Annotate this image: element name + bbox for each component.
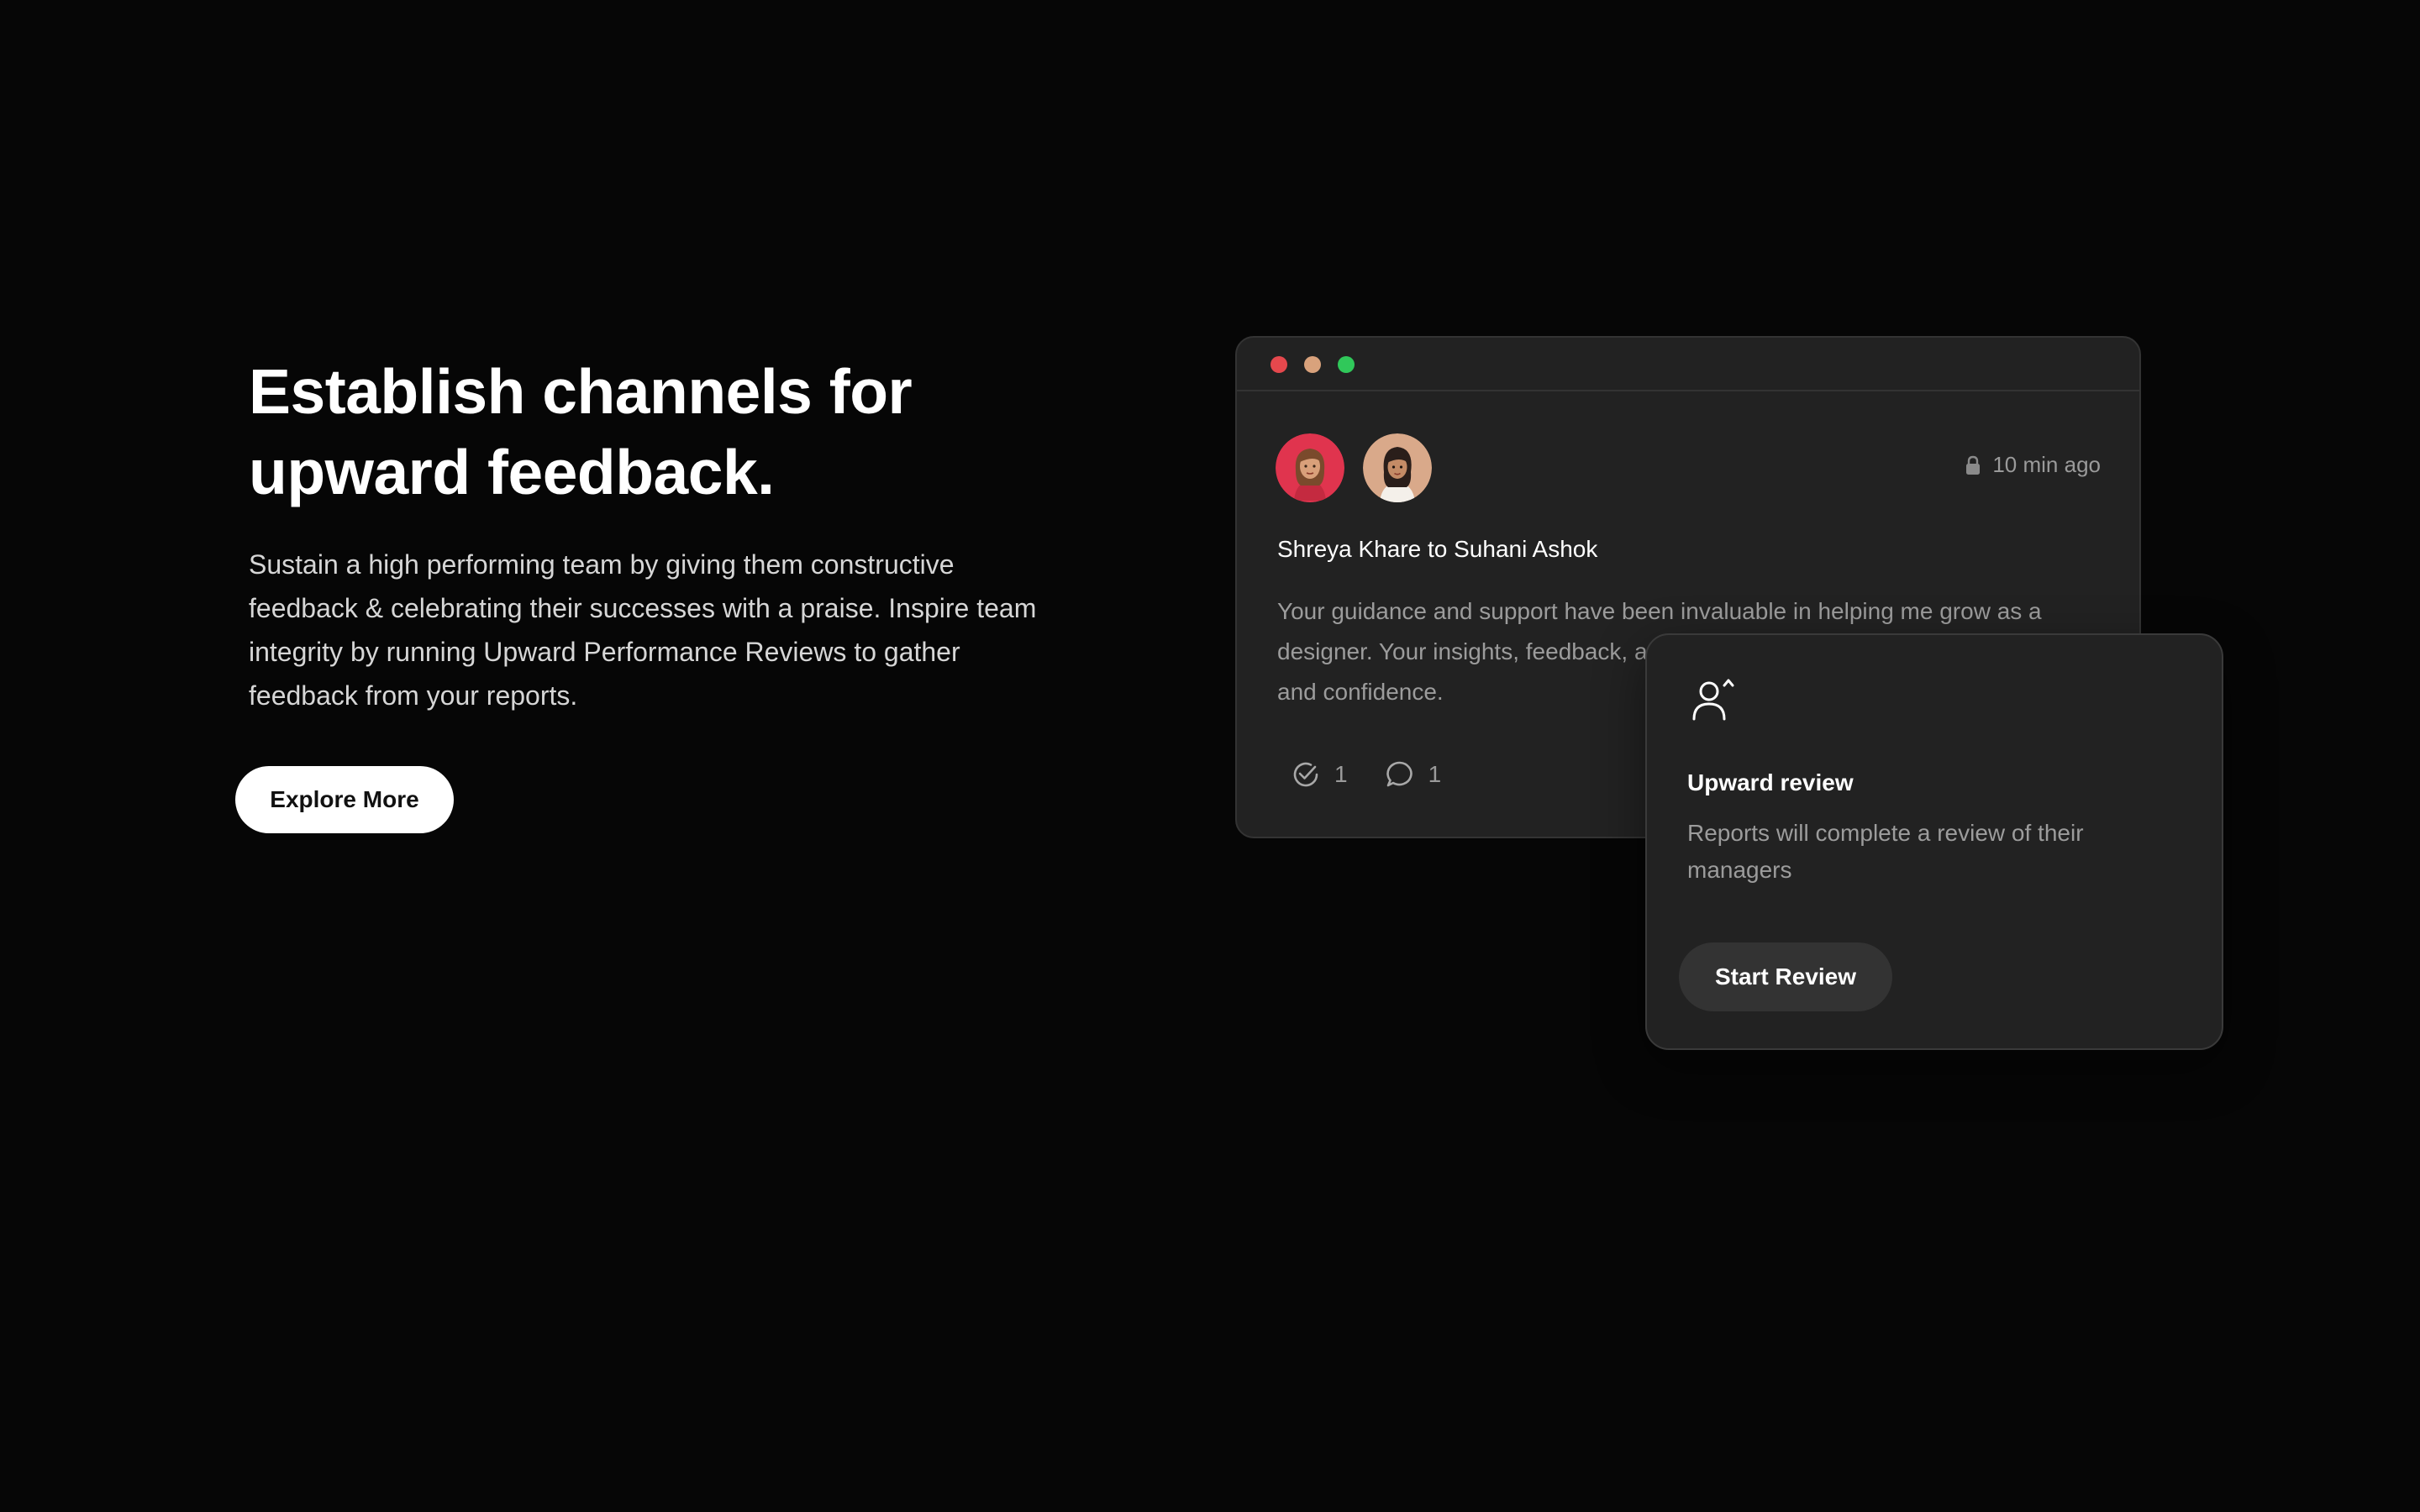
post-timestamp: 10 min ago <box>1965 452 2101 478</box>
window-minimize-dot[interactable] <box>1304 356 1321 373</box>
lock-icon <box>1965 455 1981 475</box>
timestamp-text: 10 min ago <box>1992 452 2101 477</box>
avatar-suhani <box>1363 433 1432 502</box>
review-title: Upward review <box>1687 769 1854 795</box>
praise-reaction[interactable]: 1 <box>1291 759 1348 790</box>
hero-section: Establish channels for upward feedback. … <box>249 351 1072 717</box>
hero-description: Sustain a high performing team by giving… <box>249 549 1037 711</box>
upward-review-card: Upward review Reports will complete a re… <box>1645 633 2223 1050</box>
check-circle-icon <box>1291 759 1321 790</box>
comment-bubble-icon <box>1385 759 1415 790</box>
comment-count: 1 <box>1428 761 1442 787</box>
hero-title-line-1: Establish channels for <box>249 356 913 427</box>
window-maximize-dot[interactable] <box>1338 356 1355 373</box>
feedback-title: Shreya Khare to Suhani Ashok <box>1277 536 1598 562</box>
window-close-dot[interactable] <box>1270 356 1287 373</box>
page: Establish channels for upward feedback. … <box>0 0 2420 1512</box>
hero-title: Establish channels for upward feedback. <box>249 351 1072 512</box>
start-review-button[interactable]: Start Review <box>1679 942 1892 1011</box>
review-description: Reports will complete a review of their … <box>1687 820 2084 883</box>
comment-reaction[interactable]: 1 <box>1385 759 1442 790</box>
window-titlebar <box>1237 338 2139 391</box>
hero-title-line-2: upward feedback. <box>249 437 775 507</box>
avatar-shreya <box>1276 433 1344 502</box>
praise-count: 1 <box>1334 761 1348 787</box>
explore-more-button[interactable]: Explore More <box>235 766 454 833</box>
reactions-bar: 1 1 <box>1291 759 1441 790</box>
person-up-icon <box>1691 677 1739 724</box>
